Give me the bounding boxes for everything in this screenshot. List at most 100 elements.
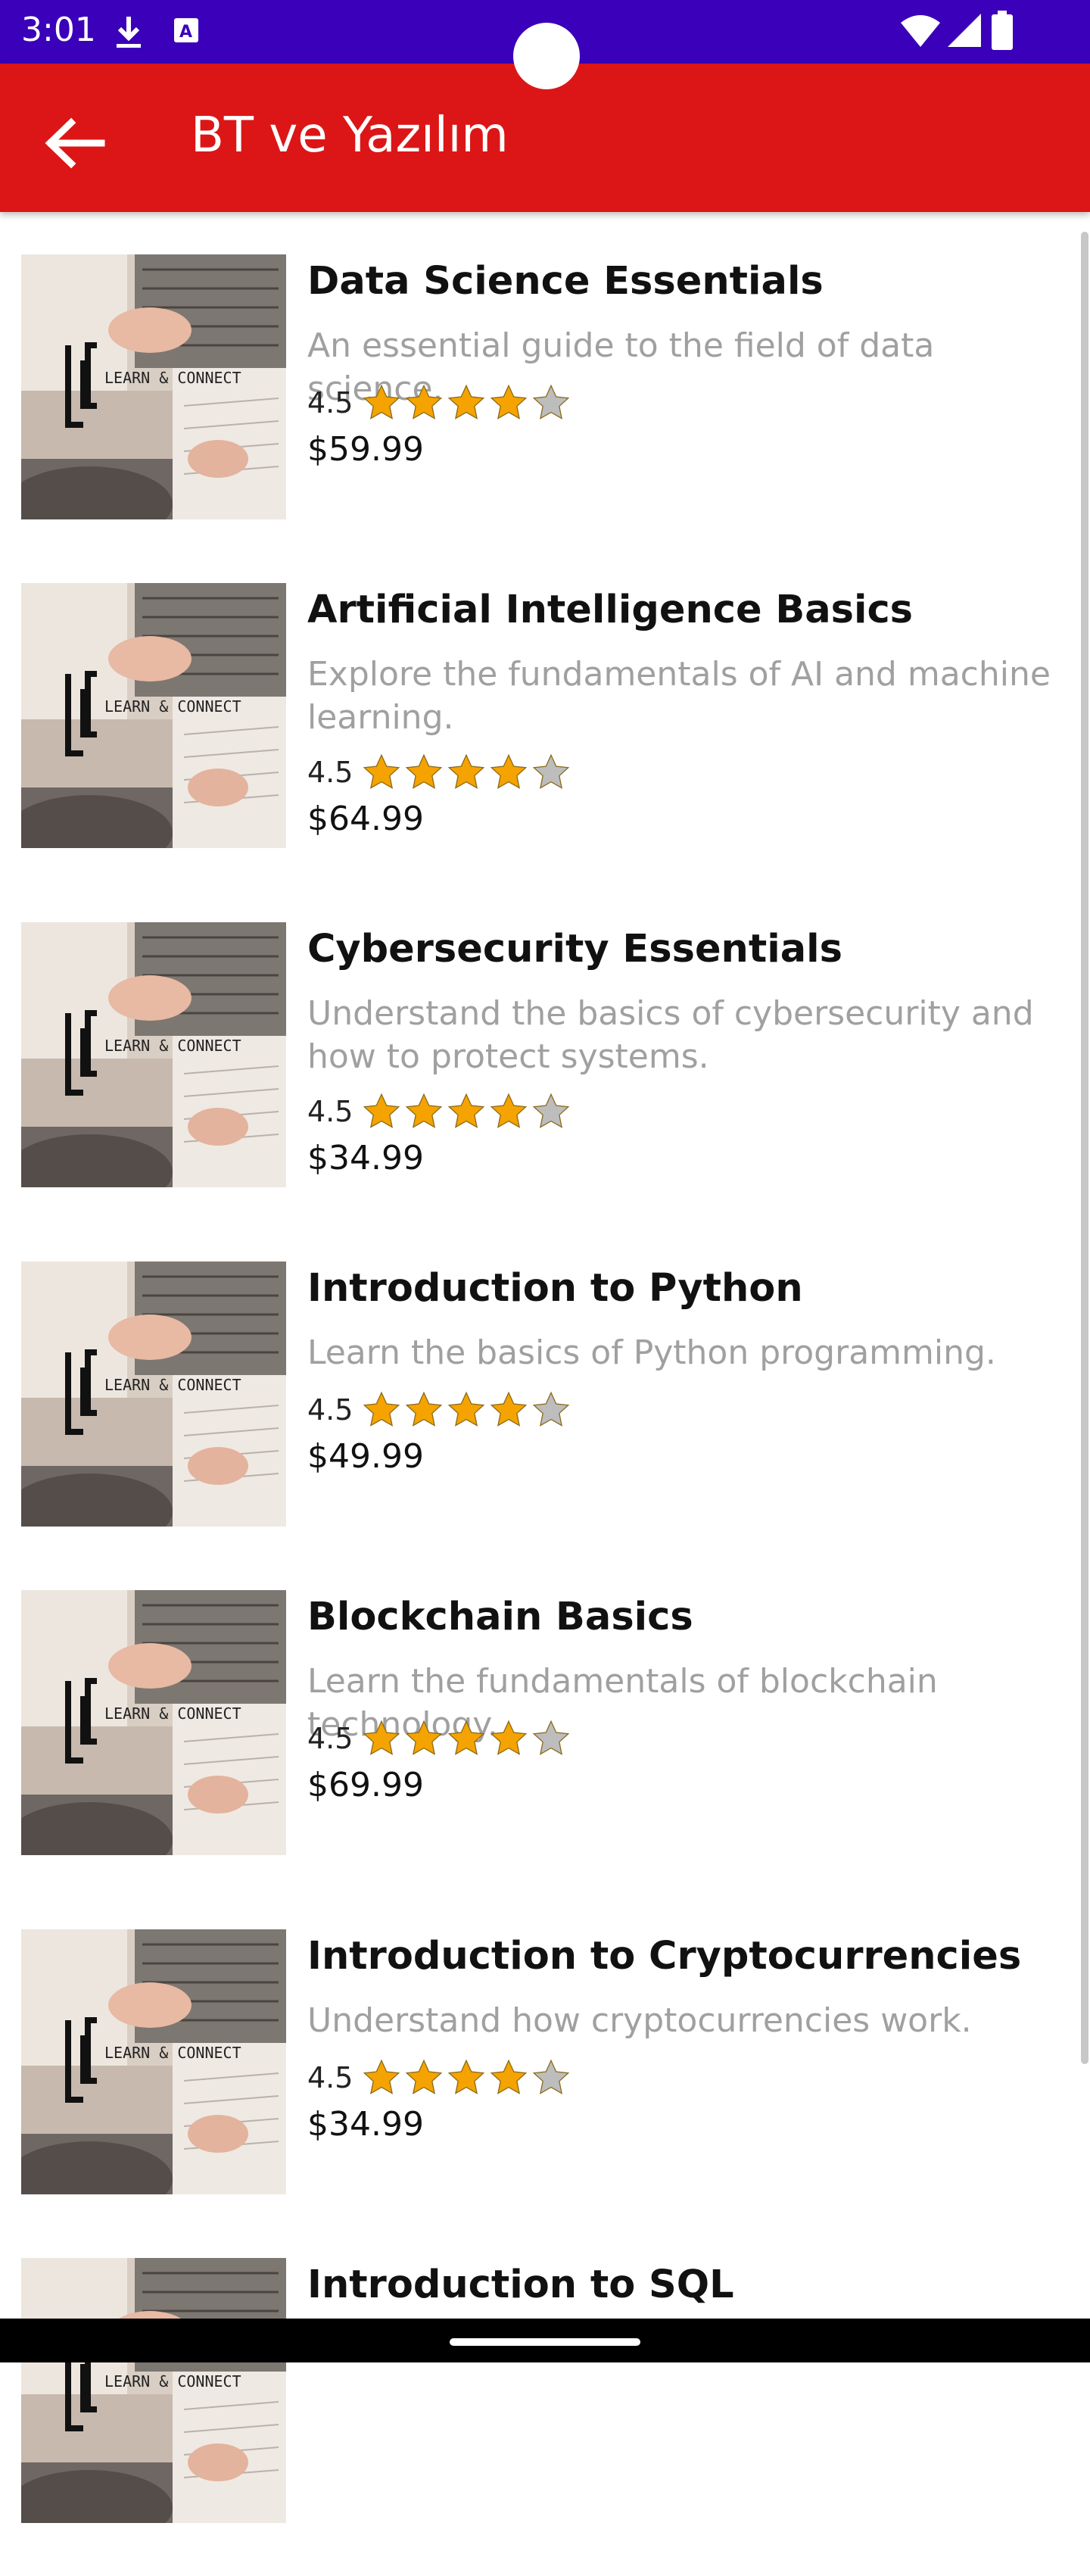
course-title: Introduction to Python: [307, 1266, 803, 1311]
course-thumbnail: LEARN & CONNECT: [21, 1929, 286, 2194]
course-price: $59.99: [307, 430, 424, 469]
rating-value: 4.5: [307, 2061, 353, 2094]
course-description: Explore the fundamentals of AI and machi…: [307, 655, 1051, 737]
course-title: Artificial Intelligence Basics: [307, 588, 914, 632]
star-filled-icon: [448, 2059, 485, 2094]
rating-row: 4.5: [307, 1719, 574, 1758]
course-card[interactable]: LEARN & CONNECT Data Science Essentials A…: [0, 254, 1075, 572]
star-filled-icon: [363, 1720, 400, 1755]
course-price: $64.99: [307, 800, 424, 838]
rating-stars: [362, 753, 574, 792]
rating-row: 4.5: [307, 753, 574, 792]
star-empty-icon: [533, 753, 570, 789]
course-thumbnail: LEARN & CONNECT: [21, 2258, 286, 2523]
course-title: Data Science Essentials: [307, 259, 824, 304]
star-filled-icon: [448, 1093, 485, 1128]
star-filled-icon: [490, 1093, 528, 1128]
star-empty-icon: [533, 1720, 570, 1755]
star-filled-icon: [448, 1720, 485, 1755]
rating-value: 4.5: [307, 386, 353, 419]
course-price: $69.99: [307, 1766, 424, 1804]
rating-stars: [362, 1092, 574, 1131]
star-filled-icon: [363, 2059, 400, 2094]
course-card[interactable]: LEARN & CONNECT Introduction to Cryptocu…: [0, 1929, 1075, 2247]
page-title: BT ve Yazılım: [191, 108, 509, 164]
course-thumbnail-image: LEARN & CONNECT: [21, 583, 286, 848]
rating-stars: [362, 383, 574, 423]
logo-text: LEARN & CONNECT: [104, 1704, 241, 1723]
course-thumbnail-image: LEARN & CONNECT: [21, 254, 286, 519]
star-filled-icon: [490, 2059, 528, 2094]
rating-row: 4.5: [307, 2058, 574, 2097]
course-title: Introduction to SQL: [307, 2263, 734, 2307]
logo-text: LEARN & CONNECT: [104, 2044, 241, 2062]
course-title: Introduction to Cryptocurrencies: [307, 1934, 1022, 1979]
rating-value: 4.5: [307, 1722, 353, 1755]
course-price: $34.99: [307, 2105, 424, 2144]
course-description: Understand how cryptocurrencies work.: [307, 2001, 972, 2040]
rating-stars: [362, 1719, 574, 1758]
star-filled-icon: [406, 1391, 443, 1427]
rating-row: 4.5: [307, 1092, 574, 1131]
star-filled-icon: [448, 1391, 485, 1427]
logo-text: LEARN & CONNECT: [104, 1037, 241, 1055]
course-thumbnail: LEARN & CONNECT: [21, 254, 286, 519]
course-thumbnail-image: LEARN & CONNECT: [21, 2258, 286, 2523]
logo-text: LEARN & CONNECT: [104, 2372, 241, 2390]
rating-value: 4.5: [307, 756, 353, 789]
course-title: Cybersecurity Essentials: [307, 927, 842, 971]
wifi-icon: [901, 15, 940, 47]
rating-value: 4.5: [307, 1095, 353, 1128]
star-filled-icon: [363, 1391, 400, 1427]
course-thumbnail-image: LEARN & CONNECT: [21, 1590, 286, 1855]
course-card[interactable]: LEARN & CONNECT Introduction to SQL: [0, 2258, 1075, 2576]
star-filled-icon: [448, 753, 485, 789]
course-title: Blockchain Basics: [307, 1595, 693, 1639]
star-empty-icon: [533, 2059, 570, 2094]
course-card[interactable]: LEARN & CONNECT Introduction to Python Le…: [0, 1261, 1075, 1580]
a11y-icon: A: [174, 18, 198, 42]
logo-text: LEARN & CONNECT: [104, 1376, 241, 1394]
star-filled-icon: [406, 2059, 443, 2094]
rating-row: 4.5: [307, 383, 574, 423]
battery-icon: [992, 11, 1013, 50]
course-card[interactable]: LEARN & CONNECT Blockchain Basics Learn t…: [0, 1590, 1075, 1908]
star-filled-icon: [363, 753, 400, 789]
rating-row: 4.5: [307, 1390, 574, 1430]
star-filled-icon: [490, 1720, 528, 1755]
course-description: Understand the basics of cybersecurity a…: [307, 994, 1034, 1076]
arrow-back-icon[interactable]: [39, 109, 107, 177]
star-filled-icon: [490, 384, 528, 419]
navigation-bar: [0, 2319, 1090, 2362]
course-thumbnail-image: LEARN & CONNECT: [21, 1929, 286, 2194]
rating-stars: [362, 1390, 574, 1430]
star-filled-icon: [448, 384, 485, 419]
course-price: $34.99: [307, 1139, 424, 1177]
home-handle[interactable]: [450, 2338, 640, 2346]
course-thumbnail: LEARN & CONNECT: [21, 1590, 286, 1855]
course-description: Learn the basics of Python programming.: [307, 1333, 996, 1372]
star-empty-icon: [533, 384, 570, 419]
course-card[interactable]: LEARN & CONNECT Cybersecurity Essentials…: [0, 922, 1075, 1240]
course-card[interactable]: LEARN & CONNECT Artificial Intelligence …: [0, 583, 1075, 901]
course-thumbnail: LEARN & CONNECT: [21, 1261, 286, 1527]
rating-stars: [362, 2058, 574, 2097]
star-filled-icon: [406, 753, 443, 789]
course-thumbnail-image: LEARN & CONNECT: [21, 922, 286, 1187]
course-thumbnail: LEARN & CONNECT: [21, 583, 286, 848]
star-empty-icon: [533, 1391, 570, 1427]
rating-value: 4.5: [307, 1393, 353, 1427]
star-filled-icon: [406, 1093, 443, 1128]
download-icon: [117, 17, 141, 48]
star-filled-icon: [363, 1093, 400, 1128]
scrollbar[interactable]: [1081, 232, 1088, 2064]
signal-icon: [948, 14, 981, 47]
svg-text:A: A: [179, 23, 192, 42]
course-thumbnail-image: LEARN & CONNECT: [21, 1261, 286, 1527]
course-price: $49.99: [307, 1437, 424, 1476]
status-time: 3:01: [21, 11, 96, 49]
star-filled-icon: [406, 1720, 443, 1755]
star-empty-icon: [533, 1093, 570, 1128]
star-filled-icon: [490, 753, 528, 789]
logo-text: LEARN & CONNECT: [104, 697, 241, 716]
